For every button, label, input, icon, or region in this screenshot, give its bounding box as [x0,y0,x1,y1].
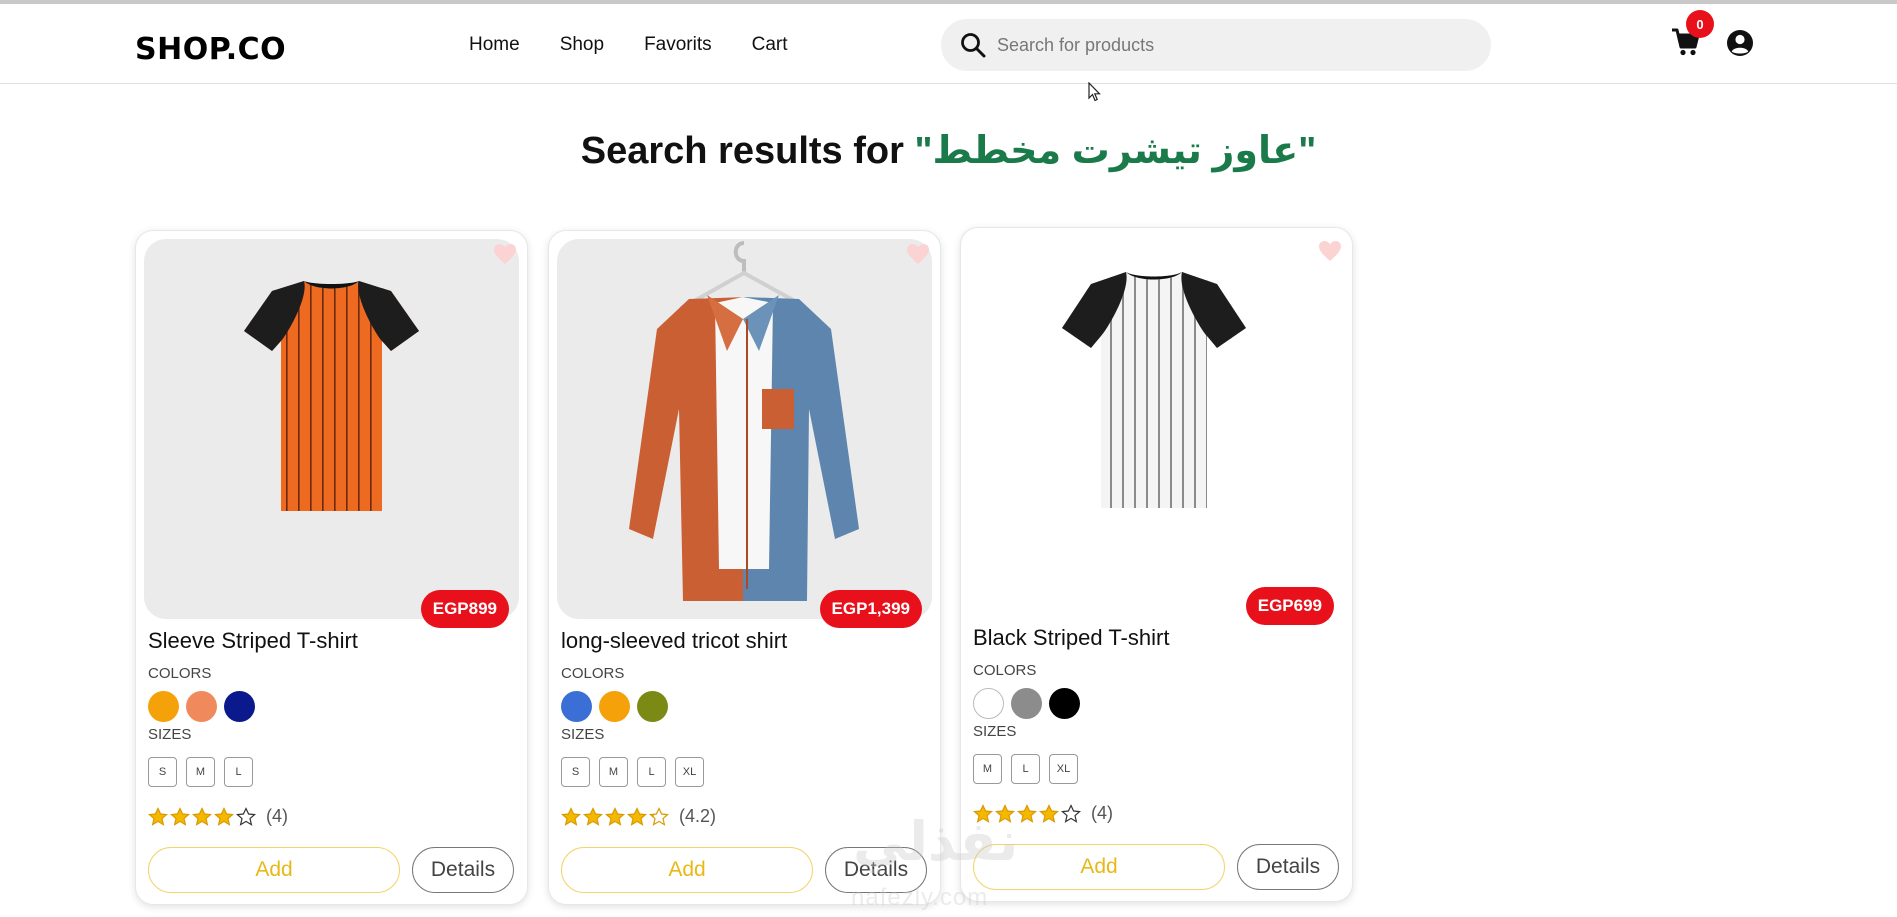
product-image-long-sleeve-shirt[interactable] [557,239,932,619]
size-options: M L XL [973,754,1078,784]
size-options: S M L XL [561,757,704,787]
rating-count: (4) [1091,803,1113,823]
nav-home[interactable]: Home [469,34,520,56]
star-full-icon [170,806,190,826]
nav-favorites[interactable]: Favorits [644,34,712,56]
favorite-heart-icon[interactable] [906,243,930,265]
product-image-orange-striped-tshirt[interactable] [144,239,519,619]
search-results-heading: Search results for "عاوز تيشرت مخطط" [0,128,1897,173]
color-swatches [148,691,255,722]
product-title: Black Striped T-shirt [973,625,1170,650]
search-input[interactable] [997,34,1457,56]
star-full-icon [583,806,603,826]
star-empty-icon [236,806,256,826]
price-badge: EGP699 [1245,587,1334,625]
rating-count: (4.2) [679,806,717,826]
add-to-cart-button[interactable]: Add [561,847,813,893]
nav-cart[interactable]: Cart [752,34,788,56]
size-option[interactable]: M [186,757,215,787]
watermark-mark: نفذلي [853,810,1019,873]
color-swatch-orange[interactable] [599,691,630,722]
product-card: EGP1,399 long-sleeved tricot shirt COLOR… [548,230,941,905]
size-option[interactable]: L [224,757,253,787]
size-option[interactable]: XL [1049,754,1078,784]
color-swatches [973,688,1080,719]
star-full-icon [214,806,234,826]
add-to-cart-button[interactable]: Add [148,847,400,893]
product-title: long-sleeved tricot shirt [561,628,788,653]
search-query: "عاوز تيشرت مخطط" [914,130,1317,172]
size-option[interactable]: M [599,757,628,787]
cart-count-badge: 0 [1686,10,1714,38]
details-button[interactable]: Details [1237,844,1339,890]
product-card: EGP899 Sleeve Striped T-shirt COLORS SIZ… [135,230,528,905]
size-options: S M L [148,757,253,787]
star-half-icon [649,806,669,826]
star-full-icon [561,806,581,826]
logo[interactable]: SHOP.CO [135,32,286,67]
mouse-pointer-icon [1088,81,1102,102]
colors-label: COLORS [148,665,212,682]
color-swatch-salmon[interactable] [186,691,217,722]
price-badge: EGP899 [420,590,509,628]
product-title: Sleeve Striped T-shirt [148,628,358,653]
sizes-label: SIZES [973,723,1017,740]
color-swatch-navy[interactable] [224,691,255,722]
search-bar [941,19,1491,71]
main-nav: Home Shop Favorits Cart [469,34,828,56]
star-rating: (4.2) [561,806,716,827]
size-option[interactable]: M [973,754,1002,784]
color-swatches [561,691,668,722]
size-option[interactable]: L [1011,754,1040,784]
product-image-black-striped-tshirt[interactable] [969,236,1344,616]
size-option[interactable]: S [148,757,177,787]
color-swatch-orange[interactable] [148,691,179,722]
search-icon[interactable] [959,31,987,59]
details-button[interactable]: Details [412,847,514,893]
star-full-icon [605,806,625,826]
user-account-icon[interactable] [1726,29,1754,57]
star-full-icon [192,806,212,826]
star-empty-icon [1061,803,1081,823]
size-option[interactable]: L [637,757,666,787]
star-full-icon [148,806,168,826]
color-swatch-black[interactable] [1049,688,1080,719]
size-option[interactable]: XL [675,757,704,787]
color-swatch-white[interactable] [973,688,1004,719]
color-swatch-gray[interactable] [1011,688,1042,719]
favorite-heart-icon[interactable] [493,243,517,265]
product-card: EGP699 Black Striped T-shirt COLORS SIZE… [960,227,1353,902]
results-prefix: Search results for [580,130,915,172]
color-swatch-blue[interactable] [561,691,592,722]
favorite-heart-icon[interactable] [1318,240,1342,262]
star-rating: (4) [148,806,288,827]
colors-label: COLORS [973,662,1037,679]
site-header: SHOP.CO Home Shop Favorits Cart [0,4,1897,84]
color-swatch-olive[interactable] [637,691,668,722]
size-option[interactable]: S [561,757,590,787]
colors-label: COLORS [561,665,625,682]
rating-count: (4) [266,806,288,826]
sizes-label: SIZES [148,726,192,743]
watermark-url: nafezly.com [851,884,989,911]
star-full-icon [627,806,647,826]
nafezly-watermark: نفذلي nafezly.com [845,810,1055,911]
nav-shop[interactable]: Shop [560,34,604,56]
price-badge: EGP1,399 [819,590,922,628]
sizes-label: SIZES [561,726,605,743]
